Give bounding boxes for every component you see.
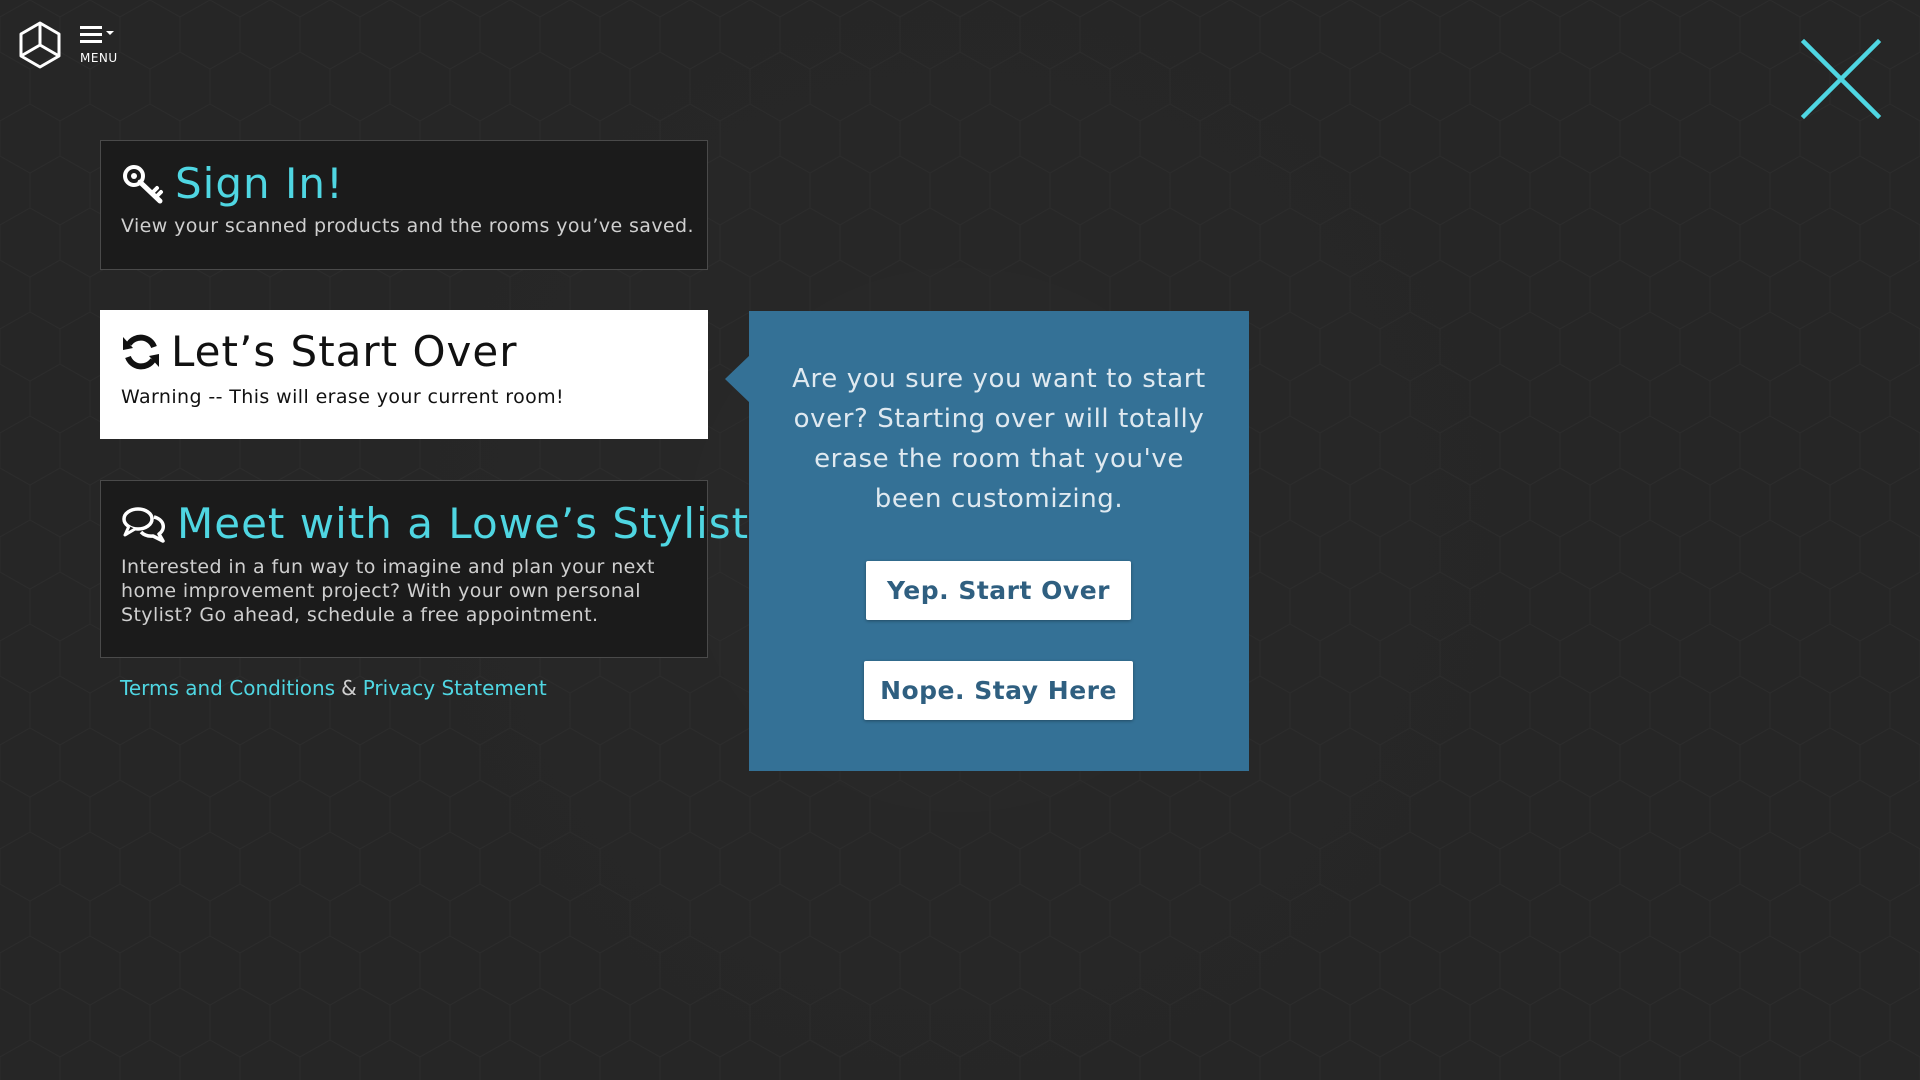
- start-over-warning: Warning -- This will erase your current …: [121, 386, 565, 408]
- stylist-description: Interested in a fun way to imagine and p…: [121, 556, 655, 626]
- start-over-title: Let’s Start Over: [171, 327, 518, 376]
- stylist-title-row: Meet with a Lowe’s Stylist: [121, 499, 749, 548]
- menu-label: MENU: [80, 51, 118, 65]
- refresh-icon: [123, 334, 159, 369]
- yes-start-over-button[interactable]: Yep. Start Over: [866, 561, 1131, 620]
- close-button[interactable]: [1800, 38, 1882, 120]
- sign-in-card[interactable]: Sign In! View your scanned products and …: [100, 140, 708, 270]
- confirm-message: Are you sure you want to start over? Sta…: [792, 364, 1206, 514]
- close-x-icon: [1800, 38, 1882, 120]
- sign-in-title-row: Sign In!: [121, 159, 344, 208]
- menu-button[interactable]: MENU: [78, 24, 122, 68]
- key-icon: [123, 164, 163, 203]
- no-stay-here-button[interactable]: Nope. Stay Here: [864, 661, 1133, 720]
- chat-bubbles-icon: [122, 506, 166, 543]
- cube-logo-icon[interactable]: [18, 20, 62, 70]
- terms-link[interactable]: Terms and Conditions: [120, 676, 335, 700]
- ampersand: &: [341, 676, 357, 700]
- start-over-card[interactable]: Let’s Start Over Warning -- This will er…: [100, 310, 708, 439]
- sign-in-title: Sign In!: [175, 159, 344, 208]
- sign-in-description: View your scanned products and the rooms…: [121, 215, 694, 237]
- start-over-title-row: Let’s Start Over: [121, 327, 518, 376]
- stylist-title: Meet with a Lowe’s Stylist: [177, 499, 750, 548]
- privacy-link[interactable]: Privacy Statement: [363, 676, 547, 700]
- hamburger-dropdown-icon: [80, 26, 114, 43]
- stylist-card[interactable]: Meet with a Lowe’s Stylist Interested in…: [100, 480, 748, 658]
- start-over-confirm-popover: Are you sure you want to start over? Sta…: [749, 311, 1249, 771]
- legal-links: Terms and Conditions & Privacy Statement: [120, 676, 547, 700]
- popover-arrow: [725, 355, 750, 403]
